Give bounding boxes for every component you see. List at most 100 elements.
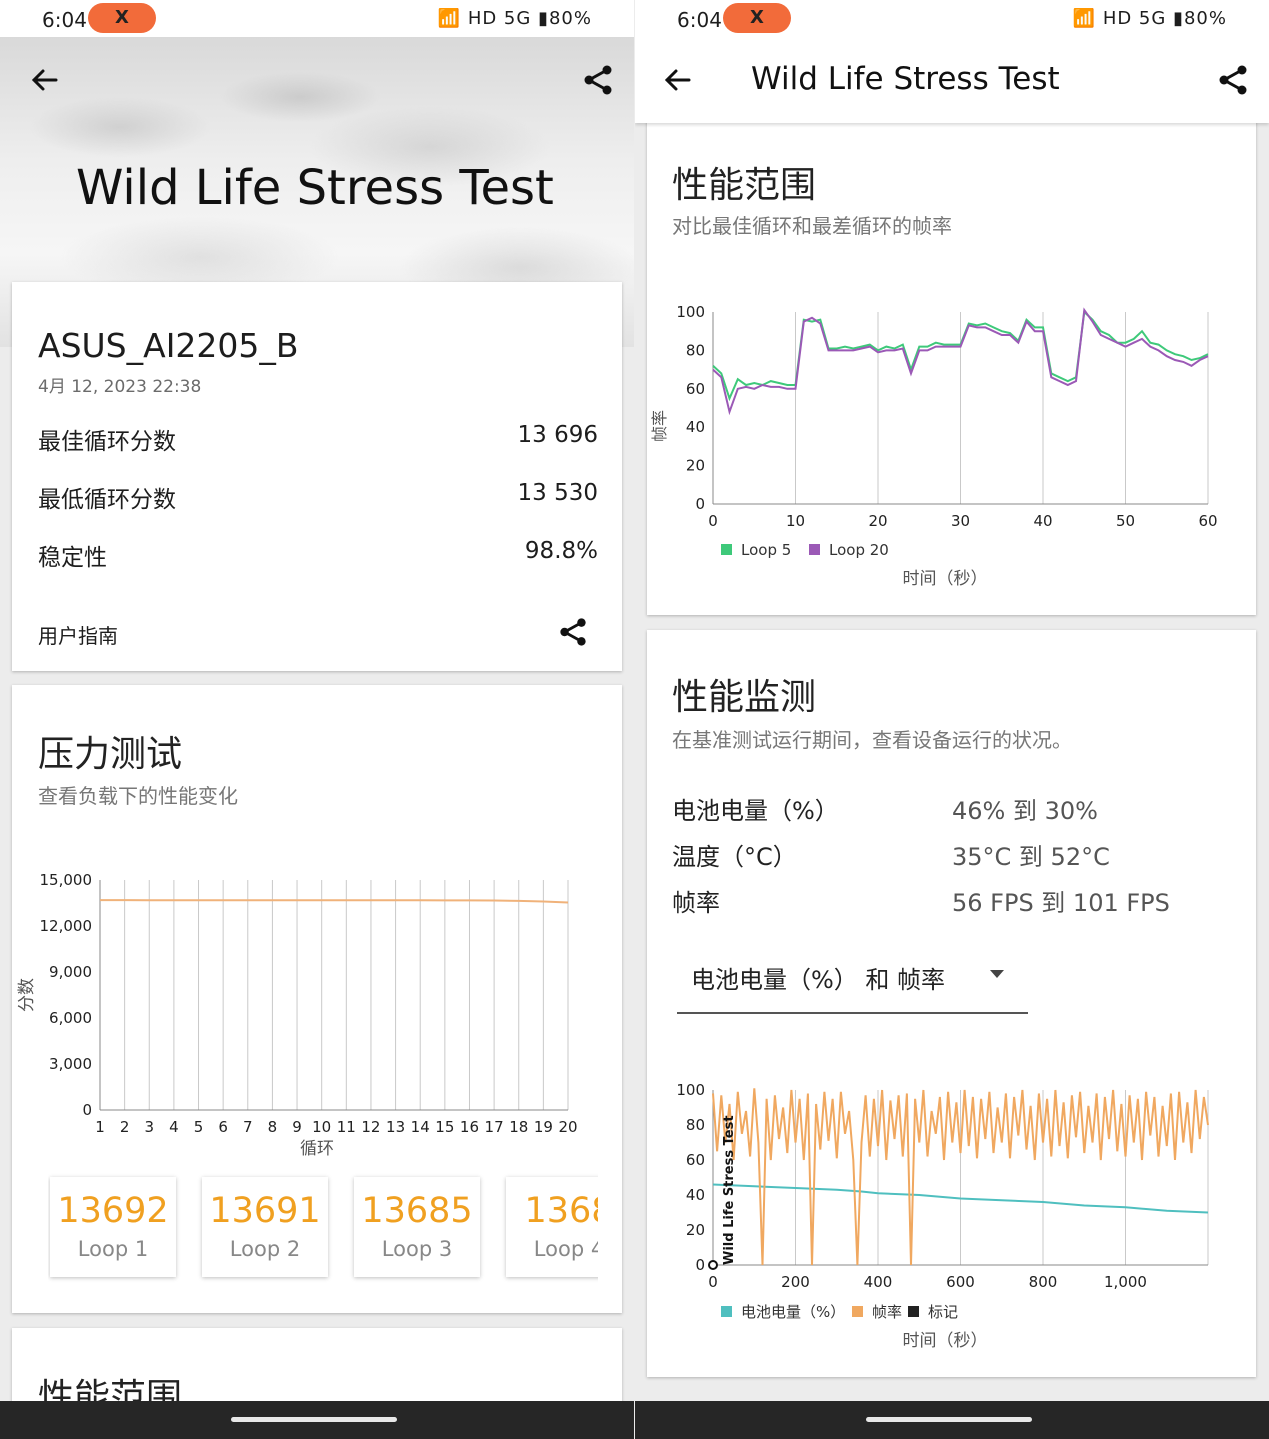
loop-score-card[interactable]: 13692 Loop 1 bbox=[50, 1177, 176, 1277]
navigation-bar bbox=[0, 1401, 634, 1439]
battery-icon: ▮ bbox=[1173, 8, 1184, 29]
loop-score-card[interactable]: 13691 Loop 2 bbox=[202, 1177, 328, 1277]
test-date: 4月 12, 2023 22:38 bbox=[38, 377, 202, 397]
x-tick-label: 7 bbox=[243, 1118, 253, 1136]
y-tick-label: 12,000 bbox=[40, 917, 93, 935]
legend-swatch bbox=[908, 1306, 919, 1317]
back-button[interactable] bbox=[657, 60, 697, 100]
metric-dropdown[interactable]: 电池电量（%） 和 帧率 bbox=[677, 948, 1028, 1014]
event-marker bbox=[708, 1260, 718, 1270]
battery-level: 80% bbox=[1183, 8, 1227, 29]
y-tick-label: 3,000 bbox=[49, 1055, 92, 1073]
performance-monitor-title: 性能监测 bbox=[672, 677, 817, 718]
x-tick-label: 0 bbox=[708, 512, 718, 530]
signal-icon: 📶 bbox=[1072, 8, 1103, 29]
home-gesture-handle[interactable] bbox=[231, 1417, 397, 1422]
hero-title: Wild Life Stress Test bbox=[76, 160, 554, 216]
y-tick-label: 80 bbox=[686, 1116, 705, 1134]
loop-score-list[interactable]: 13692Loop 1 13691Loop 2 13685Loop 3 1368… bbox=[48, 1170, 598, 1290]
loop-score-card[interactable]: 13685 Loop 3 bbox=[354, 1177, 480, 1277]
event-marker-label: Wild Life Stress Test bbox=[722, 1115, 737, 1265]
x-axis-title: 时间（秒） bbox=[903, 569, 988, 589]
series-line bbox=[100, 899, 569, 904]
x-tick-label: 9 bbox=[292, 1118, 302, 1136]
x-axis-title: 时间（秒） bbox=[903, 1331, 988, 1351]
frame-rate-range-chart: 0 10 20 30 40 50 60 0 20 40 60 80 100 帧率 Loop 5 Loop 20… bbox=[650, 303, 1218, 589]
app-bar: Wild Life Stress Test bbox=[635, 37, 1269, 123]
x-tick-label: 6 bbox=[218, 1118, 228, 1136]
loop-score-card[interactable]: 1368Loop 4 bbox=[506, 1177, 598, 1277]
x-tick-label: 10 bbox=[786, 512, 805, 530]
battery-icon: ▮ bbox=[538, 8, 549, 29]
lowest-loop-value: 13 530 bbox=[517, 480, 598, 506]
performance-range-title: 性能范围 bbox=[672, 165, 817, 206]
x-tick-label: 50 bbox=[1116, 512, 1135, 530]
legend-label: 帧率 bbox=[872, 1303, 902, 1321]
x-tick-label: 19 bbox=[534, 1118, 553, 1136]
x-tick-label: 40 bbox=[1033, 512, 1052, 530]
share-icon bbox=[1219, 65, 1247, 95]
user-guide-link[interactable]: 用户指南 bbox=[38, 620, 118, 649]
share-button[interactable] bbox=[1213, 60, 1253, 100]
guide-share-button[interactable] bbox=[553, 612, 593, 652]
y-tick-label: 40 bbox=[686, 1186, 705, 1204]
performance-monitor-subtitle: 在基准测试运行期间，查看设备运行的状况。 bbox=[672, 728, 1072, 752]
arrow-left-icon bbox=[31, 69, 58, 91]
home-gesture-handle[interactable] bbox=[866, 1417, 1032, 1422]
x-tick-label: 0 bbox=[708, 1273, 718, 1291]
x-tick-label: 18 bbox=[509, 1118, 528, 1136]
x-tick-label: 30 bbox=[951, 512, 970, 530]
x-tick-label: 3 bbox=[144, 1118, 154, 1136]
back-button[interactable] bbox=[24, 60, 64, 100]
temperature-range: 35°C 到 52°C bbox=[952, 843, 1110, 871]
y-tick-label: 0 bbox=[695, 495, 705, 513]
app-bar-title: Wild Life Stress Test bbox=[751, 61, 1060, 97]
status-time: 6:04 bbox=[42, 8, 87, 32]
y-tick-label: 15,000 bbox=[40, 871, 93, 889]
device-name: ASUS_AI2205_B bbox=[38, 326, 299, 365]
x-tick-label: 2 bbox=[120, 1118, 130, 1136]
x-tick-label: 600 bbox=[946, 1273, 975, 1291]
battery-label: 电池电量（%） bbox=[672, 797, 839, 825]
lowest-loop-label: 最低循环分数 bbox=[38, 487, 176, 513]
monitor-chart: 0 200 400 600 800 1,000 0 20 40 60 80 100 Wild Life … bbox=[676, 1081, 1209, 1351]
y-tick-label: 100 bbox=[676, 1081, 705, 1099]
y-tick-label: 100 bbox=[676, 303, 705, 321]
share-icon bbox=[584, 65, 612, 95]
legend-swatch bbox=[852, 1306, 863, 1317]
app-badge: X bbox=[88, 3, 156, 33]
x-tick-label: 11 bbox=[337, 1118, 356, 1136]
x-tick-label: 20 bbox=[558, 1118, 577, 1136]
x-tick-label: 12 bbox=[361, 1118, 380, 1136]
y-tick-label: 20 bbox=[686, 457, 705, 475]
signal-icon: 📶 bbox=[437, 8, 468, 29]
stability-value: 98.8% bbox=[524, 538, 598, 564]
x-tick-label: 15 bbox=[435, 1118, 454, 1136]
battery-level: 80% bbox=[548, 8, 592, 29]
legend-swatch bbox=[721, 1306, 732, 1317]
stress-score-chart: 1 2 3 4 5 6 7 8 9 10 11 12 13 14 15 16 17 18 19 2003,0006,0… bbox=[17, 871, 578, 1159]
x-tick-label: 1,000 bbox=[1104, 1273, 1147, 1291]
y-axis-title: 帧率 bbox=[650, 410, 669, 442]
left-screen: 6:04 X 📶 HD 5G ▮80% Wild Life Stress Tes… bbox=[0, 0, 634, 1439]
y-tick-label: 6,000 bbox=[49, 1009, 92, 1027]
x-tick-label: 10 bbox=[312, 1118, 331, 1136]
y-tick-label: 9,000 bbox=[49, 963, 92, 981]
framerate-label: 帧率 bbox=[672, 889, 720, 917]
share-button[interactable] bbox=[578, 60, 618, 100]
stress-test-subtitle: 查看负载下的性能变化 bbox=[38, 784, 238, 808]
y-axis-title: 分数 bbox=[17, 978, 37, 1012]
x-tick-label: 200 bbox=[781, 1273, 810, 1291]
y-tick-label: 0 bbox=[82, 1101, 92, 1119]
x-tick-label: 20 bbox=[868, 512, 887, 530]
battery-range: 46% 到 30% bbox=[952, 797, 1098, 825]
right-screen: 6:04 X 📶 HD 5G ▮80% Wild Life Stress Tes… bbox=[635, 0, 1269, 1439]
stress-test-title: 压力测试 bbox=[38, 734, 183, 775]
x-tick-label: 1 bbox=[95, 1118, 105, 1136]
x-tick-label: 8 bbox=[268, 1118, 278, 1136]
x-tick-label: 17 bbox=[485, 1118, 504, 1136]
framerate-range: 56 FPS 到 101 FPS bbox=[952, 889, 1170, 917]
status-bar: 6:04 X 📶 HD 5G ▮80% bbox=[635, 0, 1269, 37]
metric-dropdown-value: 电池电量（%） 和 帧率 bbox=[691, 966, 946, 994]
arrow-left-icon bbox=[664, 69, 691, 91]
